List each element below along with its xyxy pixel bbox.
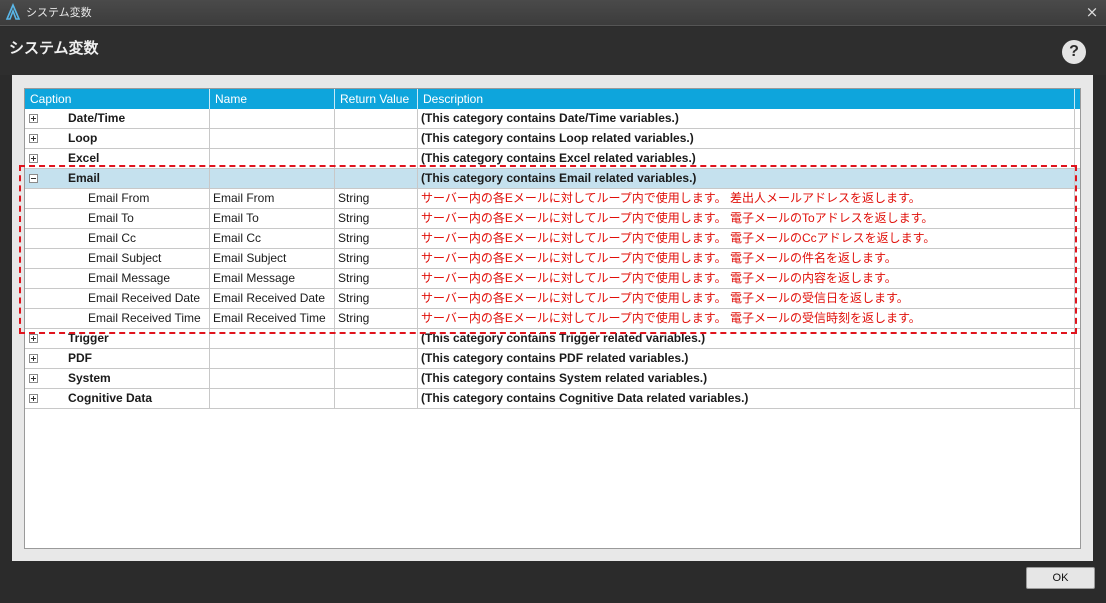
row-description: (This category contains Loop related var…: [418, 129, 1075, 149]
dialog-header: システム変数 ?: [0, 27, 1106, 75]
column-header-return-value[interactable]: Return Value: [335, 89, 418, 109]
column-header-caption[interactable]: Caption: [25, 89, 210, 109]
row-caption: Cognitive Data: [68, 391, 153, 405]
variable-row-email-cc[interactable]: Email Cc Email Cc String サーバー内の各Eメールに対して…: [25, 229, 1080, 249]
row-return-value: [335, 129, 418, 149]
row-return-value: [335, 369, 418, 389]
row-return-value: String: [335, 249, 418, 269]
row-name: [210, 349, 335, 369]
row-description: サーバー内の各Eメールに対してループ内で使用します。 電子メールの受信時刻を返し…: [418, 309, 1075, 329]
expand-icon[interactable]: [29, 374, 38, 383]
row-name: Email From: [210, 189, 335, 209]
ok-button[interactable]: OK: [1026, 567, 1095, 589]
row-description: サーバー内の各Eメールに対してループ内で使用します。 電子メールの受信日を返しま…: [418, 289, 1075, 309]
variable-row-email-message[interactable]: Email Message Email Message String サーバー内…: [25, 269, 1080, 289]
row-return-value: String: [335, 229, 418, 249]
category-row-cognitive-data[interactable]: Cognitive Data (This category contains C…: [25, 389, 1080, 409]
row-name: Email Subject: [210, 249, 335, 269]
category-row-loop[interactable]: Loop (This category contains Loop relate…: [25, 129, 1080, 149]
variable-row-email-from[interactable]: Email From Email From String サーバー内の各Eメール…: [25, 189, 1080, 209]
row-name: [210, 389, 335, 409]
row-caption: Email Received Time: [88, 311, 201, 325]
row-return-value: [335, 349, 418, 369]
expand-icon[interactable]: [29, 394, 38, 403]
variables-grid[interactable]: Caption Name Return Value Description Da…: [24, 88, 1081, 549]
row-name: Email Message: [210, 269, 335, 289]
row-name: [210, 329, 335, 349]
row-description: サーバー内の各Eメールに対してループ内で使用します。 電子メールのCcアドレスを…: [418, 229, 1075, 249]
help-button[interactable]: ?: [1062, 40, 1086, 64]
variable-row-email-received-time[interactable]: Email Received Time Email Received Time …: [25, 309, 1080, 329]
row-caption: Email: [68, 171, 101, 185]
row-caption: Email To: [88, 211, 134, 225]
row-return-value: String: [335, 269, 418, 289]
row-return-value: String: [335, 289, 418, 309]
row-return-value: [335, 149, 418, 169]
row-caption: Loop: [68, 131, 98, 145]
row-return-value: String: [335, 189, 418, 209]
title-bar: システム変数 ×: [0, 0, 1106, 26]
variable-row-email-to[interactable]: Email To Email To String サーバー内の各Eメールに対して…: [25, 209, 1080, 229]
row-caption: PDF: [68, 351, 92, 365]
row-description: サーバー内の各Eメールに対してループ内で使用します。 差出人メールアドレスを返し…: [418, 189, 1075, 209]
row-name: Email To: [210, 209, 335, 229]
row-description: (This category contains PDF related vari…: [418, 349, 1075, 369]
collapse-icon[interactable]: [29, 174, 38, 183]
category-row-pdf[interactable]: PDF (This category contains PDF related …: [25, 349, 1080, 369]
row-description: サーバー内の各Eメールに対してループ内で使用します。 電子メールのToアドレスを…: [418, 209, 1075, 229]
row-caption: System: [68, 371, 111, 385]
row-return-value: [335, 109, 418, 129]
page-title: システム変数: [9, 39, 99, 57]
row-description: (This category contains Date/Time variab…: [418, 109, 1075, 129]
row-return-value: String: [335, 209, 418, 229]
row-name: Email Received Date: [210, 289, 335, 309]
category-row-system[interactable]: System (This category contains System re…: [25, 369, 1080, 389]
row-description: (This category contains System related v…: [418, 369, 1075, 389]
row-name: [210, 369, 335, 389]
app-logo-icon: [5, 3, 21, 20]
column-header-name[interactable]: Name: [210, 89, 335, 109]
row-caption: Date/Time: [68, 111, 126, 125]
expand-icon[interactable]: [29, 114, 38, 123]
category-row-date-time[interactable]: Date/Time (This category contains Date/T…: [25, 109, 1080, 129]
row-name: [210, 129, 335, 149]
expand-icon[interactable]: [29, 334, 38, 343]
variable-row-email-subject[interactable]: Email Subject Email Subject String サーバー内…: [25, 249, 1080, 269]
row-name: [210, 149, 335, 169]
category-row-trigger[interactable]: Trigger (This category contains Trigger …: [25, 329, 1080, 349]
row-return-value: [335, 329, 418, 349]
row-caption: Email Received Date: [88, 291, 201, 305]
expand-icon[interactable]: [29, 154, 38, 163]
row-return-value: [335, 389, 418, 409]
category-row-email[interactable]: Email (This category contains Email rela…: [25, 169, 1080, 189]
category-row-excel[interactable]: Excel (This category contains Excel rela…: [25, 149, 1080, 169]
expand-icon[interactable]: [29, 134, 38, 143]
row-description: サーバー内の各Eメールに対してループ内で使用します。 電子メールの件名を返します…: [418, 249, 1075, 269]
row-caption: Email Message: [88, 271, 171, 285]
close-button[interactable]: ×: [1084, 4, 1100, 20]
row-caption: Excel: [68, 151, 100, 165]
content-panel: Caption Name Return Value Description Da…: [12, 75, 1093, 561]
row-description: (This category contains Email related va…: [418, 169, 1075, 189]
row-caption: Email From: [88, 191, 150, 205]
column-header-description[interactable]: Description: [418, 89, 1075, 109]
row-name: Email Received Time: [210, 309, 335, 329]
row-description: (This category contains Excel related va…: [418, 149, 1075, 169]
row-name: [210, 109, 335, 129]
row-description: (This category contains Cognitive Data r…: [418, 389, 1075, 409]
row-caption: Email Cc: [88, 231, 137, 245]
row-name: Email Cc: [210, 229, 335, 249]
row-description: サーバー内の各Eメールに対してループ内で使用します。 電子メールの内容を返します…: [418, 269, 1075, 289]
row-caption: Email Subject: [88, 251, 162, 265]
row-caption: Trigger: [68, 331, 109, 345]
grid-header: Caption Name Return Value Description: [25, 89, 1080, 109]
row-description: (This category contains Trigger related …: [418, 329, 1075, 349]
variable-row-email-received-date[interactable]: Email Received Date Email Received Date …: [25, 289, 1080, 309]
window-title: システム変数: [26, 6, 92, 19]
row-return-value: String: [335, 309, 418, 329]
row-return-value: [335, 169, 418, 189]
row-name: [210, 169, 335, 189]
expand-icon[interactable]: [29, 354, 38, 363]
